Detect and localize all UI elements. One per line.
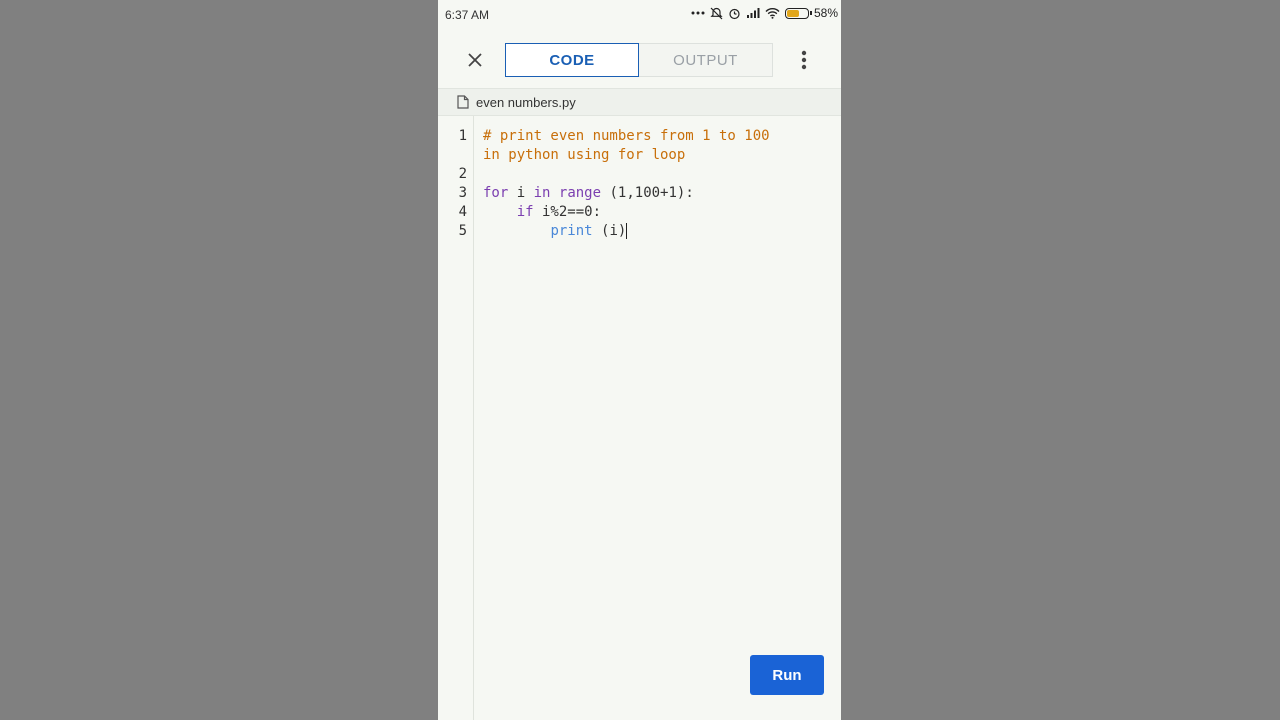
keyword-in: in (533, 185, 551, 201)
keyword-for: for (483, 185, 509, 201)
line-number: 1 (458, 128, 467, 144)
builtin-print: print (550, 223, 593, 239)
status-icons: 58% (691, 6, 838, 20)
signal-icon (746, 8, 760, 18)
status-bar: 6:37 AM 58% (438, 0, 841, 28)
text-cursor (626, 223, 628, 239)
code-line-1: # print even numbers from 1 to 100 (483, 127, 770, 146)
tab-code[interactable]: CODE (505, 43, 639, 77)
line-number: 4 (458, 204, 467, 220)
toolbar: CODE OUTPUT (438, 28, 841, 88)
code-line-3: for i in range (1,100+1): (483, 184, 694, 203)
battery-percent: 58% (813, 6, 838, 20)
mute-bell-icon (710, 7, 723, 19)
file-icon (457, 95, 469, 109)
alarm-icon (729, 8, 740, 19)
print-args: (i) (592, 223, 627, 239)
run-button[interactable]: Run (750, 655, 824, 695)
more-vert-icon[interactable] (796, 48, 812, 72)
battery-icon (784, 7, 812, 19)
line-number: 2 (458, 166, 467, 182)
code-line-1-wrap: in python using for loop (483, 146, 685, 165)
line-number: 5 (458, 223, 467, 239)
tab-bar: CODE OUTPUT (505, 43, 773, 77)
builtin-range: range (558, 185, 602, 201)
status-time: 6:37 AM (445, 8, 490, 22)
more-dots-icon (691, 11, 705, 15)
range-args: (1,100+1): (601, 185, 694, 201)
code-line-5: print (i) (483, 222, 628, 241)
keyword-if: if (516, 204, 534, 220)
line-number-gutter: 1 2 3 4 5 (438, 116, 474, 720)
phone-screen: 6:37 AM 58% CODE OUTPUT even numbers.py … (438, 0, 841, 720)
wifi-icon (765, 8, 780, 19)
comment-text: # print even numbers from 1 to 100 (483, 128, 770, 144)
tab-output[interactable]: OUTPUT (639, 43, 773, 77)
code-line-4: if i%2==0: (483, 203, 601, 222)
if-condition: i%2==0: (533, 204, 602, 220)
loop-variable: i (508, 185, 534, 201)
comment-text-wrap: in python using for loop (483, 147, 686, 163)
file-name: even numbers.py (476, 95, 576, 110)
line-number: 3 (458, 185, 467, 201)
file-tab[interactable]: even numbers.py (438, 88, 841, 116)
code-editor[interactable]: 1 2 3 4 5 # print even numbers from 1 to… (438, 116, 841, 720)
close-icon[interactable] (463, 48, 487, 72)
